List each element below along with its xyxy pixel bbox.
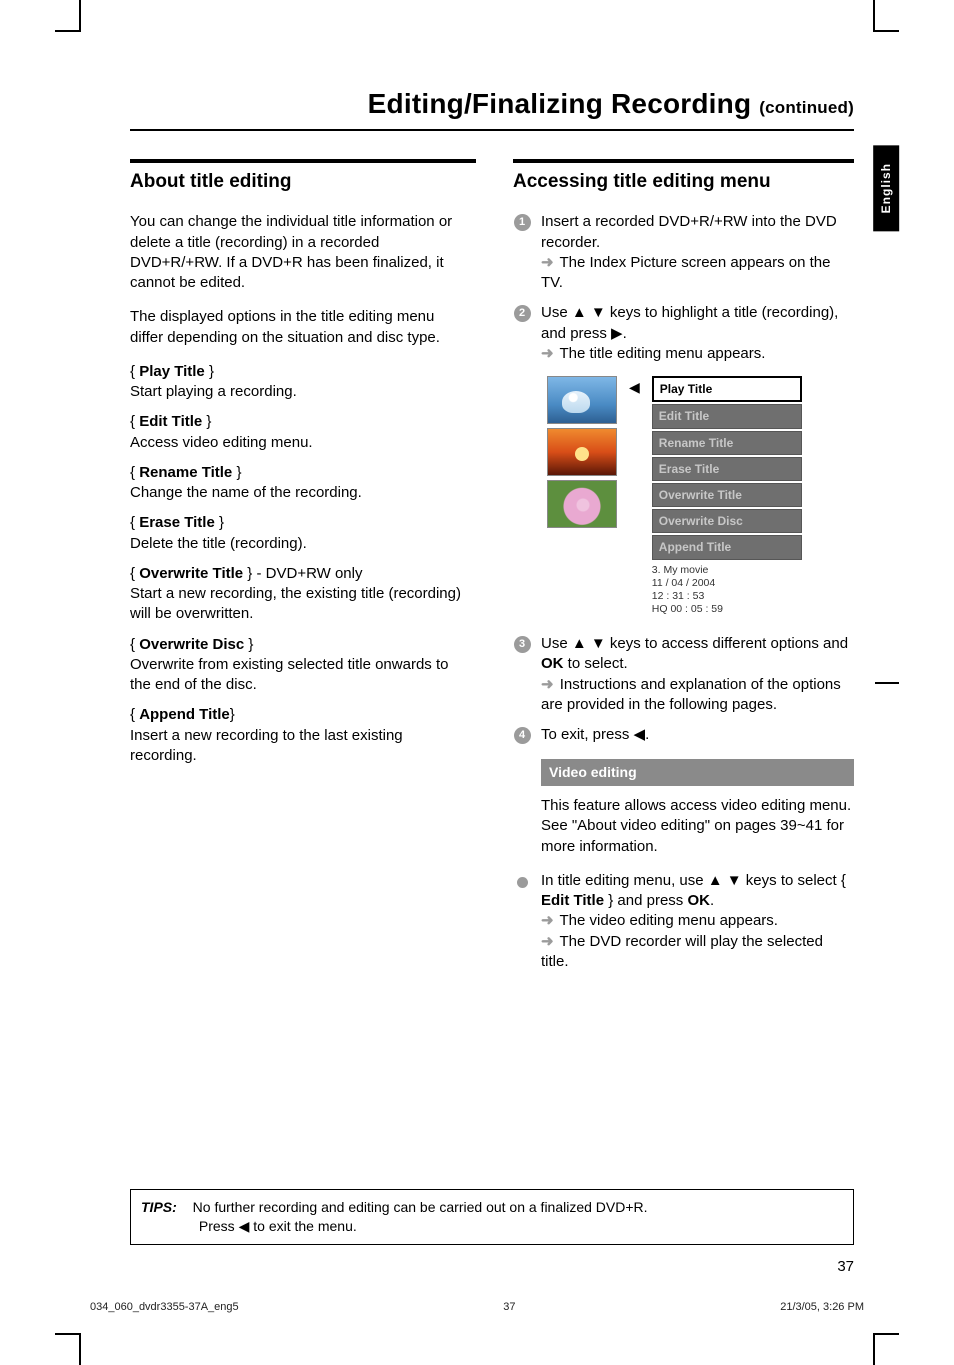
page-title-main: Editing/Finalizing Recording [368, 88, 752, 119]
option-append-title: { Append Title} Insert a new recording t… [130, 705, 471, 766]
step-number-icon: 3 [514, 636, 531, 653]
step-3-result: Instructions and explanation of the opti… [541, 676, 841, 713]
option-desc: Start playing a recording. [130, 382, 471, 402]
left-intro-2: The displayed options in the title editi… [130, 307, 471, 348]
footer-timestamp: 21/3/05, 3:26 PM [780, 1300, 864, 1315]
thumbnail-sunset [547, 428, 617, 476]
tips-box: TIPS: No further recording and editing c… [130, 1189, 854, 1245]
left-column: About title editing You can change the i… [130, 159, 471, 982]
language-tab: English [873, 145, 899, 231]
menu-item-edit-title: Edit Title [652, 404, 802, 428]
step-number-icon: 4 [514, 727, 531, 744]
page-content: English Editing/Finalizing Recording (co… [130, 85, 854, 1295]
bullet-icon [517, 877, 528, 888]
option-desc: Start a new recording, the existing titl… [130, 584, 471, 625]
step-2-result: The title editing menu appears. [559, 345, 765, 362]
option-label: Overwrite Title [139, 565, 243, 582]
left-intro-1: You can change the individual title info… [130, 212, 471, 293]
step-3: 3 Use ▲ ▼ keys to access different optio… [513, 634, 854, 715]
step-2: 2 Use ▲ ▼ keys to highlight a title (rec… [513, 303, 854, 364]
menu-list: Play Title Edit Title Rename Title Erase… [652, 376, 802, 559]
arrow-right-icon: ➜ [541, 676, 554, 693]
ok-label: OK [687, 892, 710, 909]
tips-label: TIPS: [141, 1199, 177, 1215]
option-erase-title: { Erase Title } Delete the title (record… [130, 513, 471, 554]
thumbnail-flower [547, 480, 617, 528]
option-rename-title: { Rename Title } Change the name of the … [130, 463, 471, 504]
page-title-suffix: (continued) [759, 98, 854, 117]
video-editing-body: This feature allows access video editing… [541, 796, 854, 857]
step-number-icon: 1 [514, 214, 531, 231]
ok-label: OK [541, 655, 564, 672]
option-desc: Delete the title (recording). [130, 534, 471, 554]
option-desc: Overwrite from existing selected title o… [130, 655, 471, 696]
step-4: 4 To exit, press ◀. [513, 725, 854, 745]
arrow-right-icon: ➜ [541, 912, 554, 929]
option-label: Append Title [139, 706, 230, 723]
thumbnail-surf [547, 376, 617, 424]
arrow-right-icon: ➜ [541, 254, 554, 271]
option-label: Erase Title [139, 514, 215, 531]
edit-title-label: Edit Title [541, 892, 604, 909]
option-play-title: { Play Title } Start playing a recording… [130, 362, 471, 403]
option-label: Rename Title [139, 464, 232, 481]
right-icon: ▶ [611, 325, 623, 342]
option-label: Overwrite Disc [139, 636, 244, 653]
arrow-right-icon: ➜ [541, 933, 554, 950]
step-1: 1 Insert a recorded DVD+R/+RW into the D… [513, 212, 854, 293]
title-meta: 3. My movie 11 / 04 / 2004 12 : 31 : 53 … [652, 564, 802, 617]
sub-heading-video-editing: Video editing [541, 759, 854, 786]
up-down-icon: ▲ ▼ [708, 872, 742, 889]
up-down-icon: ▲ ▼ [572, 304, 606, 321]
option-label: Edit Title [139, 413, 202, 430]
tips-line-1: No further recording and editing can be … [193, 1199, 648, 1215]
option-edit-title: { Edit Title } Access video editing menu… [130, 412, 471, 453]
left-icon: ◀ [239, 1218, 250, 1234]
footer-meta: 034_060_dvdr3355-37A_eng5 37 21/3/05, 3:… [90, 1300, 864, 1315]
option-label: Play Title [139, 363, 205, 380]
left-icon: ◀ [634, 726, 646, 743]
menu-item-play-title: Play Title [652, 376, 802, 402]
step-number-icon: 2 [514, 305, 531, 322]
menu-item-append-title: Append Title [652, 535, 802, 559]
page-title: Editing/Finalizing Recording (continued) [130, 85, 854, 131]
section-about-title-editing: About title editing [130, 159, 476, 195]
left-icon: ◀ [629, 378, 640, 397]
page-number: 37 [837, 1257, 854, 1277]
bullet-edit-title: In title editing menu, use ▲ ▼ keys to s… [513, 871, 854, 972]
menu-item-rename-title: Rename Title [652, 431, 802, 455]
option-desc: Access video editing menu. [130, 433, 471, 453]
thumbnails [547, 376, 617, 528]
title-editing-menu-graphic: ◀ Play Title Edit Title Rename Title Era… [547, 376, 854, 616]
section-accessing-menu: Accessing title editing menu [513, 159, 854, 195]
step-1-result: The Index Picture screen appears on the … [541, 254, 830, 291]
footer-file: 034_060_dvdr3355-37A_eng5 [90, 1300, 239, 1315]
menu-item-erase-title: Erase Title [652, 457, 802, 481]
option-desc: Insert a new recording to the last exist… [130, 726, 471, 767]
step-1-text: Insert a recorded DVD+R/+RW into the DVD… [541, 213, 837, 250]
footer-page: 37 [503, 1300, 515, 1315]
menu-item-overwrite-title: Overwrite Title [652, 483, 802, 507]
option-desc: Change the name of the recording. [130, 483, 471, 503]
option-overwrite-title: { Overwrite Title } - DVD+RW only Start … [130, 564, 471, 625]
menu-item-overwrite-disc: Overwrite Disc [652, 509, 802, 533]
right-column: Accessing title editing menu 1 Insert a … [513, 159, 854, 982]
arrow-right-icon: ➜ [541, 345, 554, 362]
option-overwrite-disc: { Overwrite Disc } Overwrite from existi… [130, 635, 471, 696]
up-down-icon: ▲ ▼ [572, 635, 606, 652]
